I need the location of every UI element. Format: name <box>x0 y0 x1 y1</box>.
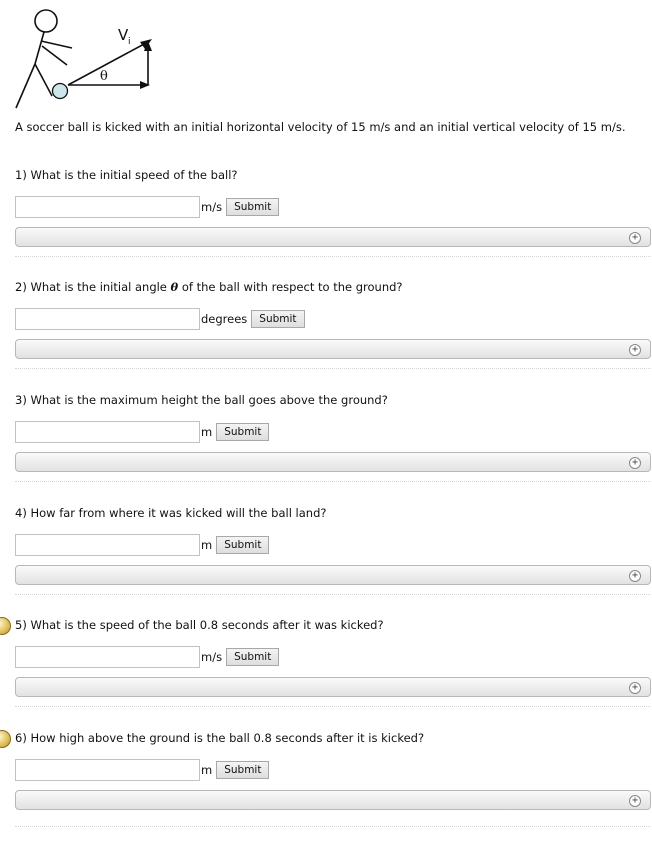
plus-circle-icon[interactable]: + <box>629 344 641 356</box>
velocity-vectors <box>67 39 152 89</box>
divider <box>15 256 651 257</box>
expand-panel[interactable]: + <box>15 452 651 472</box>
question-5: 5) What is the speed of the ball 0.8 sec… <box>0 617 652 730</box>
hint-icon[interactable] <box>0 617 11 635</box>
question-label: 4) How far from where it was kicked will… <box>15 506 327 520</box>
question-label: 1) What is the initial speed of the ball… <box>15 168 238 182</box>
answer-input[interactable] <box>15 534 200 556</box>
question-3: 3) What is the maximum height the ball g… <box>0 393 652 505</box>
answer-input[interactable] <box>15 308 200 330</box>
submit-button[interactable]: Submit <box>216 761 270 779</box>
answer-input[interactable] <box>15 646 200 668</box>
question-label: 2) What is the initial angle θ of the ba… <box>15 280 403 294</box>
unit-label: m <box>201 425 213 439</box>
question-label-end: of the ball with respect to the ground? <box>178 280 403 294</box>
divider <box>15 826 651 827</box>
plus-circle-icon[interactable]: + <box>629 570 641 582</box>
submit-button[interactable]: Submit <box>216 536 270 554</box>
answer-row: m/s Submit <box>15 196 280 218</box>
plus-circle-icon[interactable]: + <box>629 795 641 807</box>
answer-input[interactable] <box>15 421 200 443</box>
submit-button[interactable]: Submit <box>251 310 305 328</box>
ball <box>51 82 69 100</box>
answer-row: degrees Submit <box>15 308 305 330</box>
velocity-subscript: i <box>128 37 131 47</box>
unit-label: m/s <box>201 650 223 664</box>
hint-icon[interactable] <box>0 730 11 748</box>
question-label: 6) How high above the ground is the ball… <box>15 731 425 745</box>
expand-panel[interactable]: + <box>15 565 651 585</box>
divider <box>15 481 651 482</box>
answer-input[interactable] <box>15 759 200 781</box>
expand-panel[interactable]: + <box>15 790 651 810</box>
unit-label: m <box>201 763 213 777</box>
question-2: 2) What is the initial angle θ of the ba… <box>0 280 652 392</box>
answer-input[interactable] <box>15 196 200 218</box>
kicker-diagram: V i θ <box>15 9 152 109</box>
angle-label: θ <box>100 69 108 84</box>
expand-panel[interactable]: + <box>15 227 651 247</box>
question-label: 3) What is the maximum height the ball g… <box>15 393 388 407</box>
submit-button[interactable]: Submit <box>216 423 270 441</box>
problem-statement: A soccer ball is kicked with an initial … <box>15 120 626 134</box>
expand-panel[interactable]: + <box>15 677 651 697</box>
question-6: 6) How high above the ground is the ball… <box>0 730 652 843</box>
submit-button[interactable]: Submit <box>226 198 280 216</box>
expand-panel[interactable]: + <box>15 339 651 359</box>
unit-label: m <box>201 538 213 552</box>
unit-label: m/s <box>201 200 223 214</box>
plus-circle-icon[interactable]: + <box>629 682 641 694</box>
answer-row: m Submit <box>15 421 270 443</box>
divider <box>15 368 651 369</box>
question-1: 1) What is the initial speed of the ball… <box>0 168 652 280</box>
plus-circle-icon[interactable]: + <box>629 232 641 244</box>
submit-button[interactable]: Submit <box>226 648 280 666</box>
answer-row: m Submit <box>15 534 270 556</box>
answer-row: m/s Submit <box>15 646 280 668</box>
answer-row: m Submit <box>15 759 270 781</box>
question-label: 5) What is the speed of the ball 0.8 sec… <box>15 618 384 632</box>
divider <box>15 706 651 707</box>
question-label-start: 2) What is the initial angle <box>15 280 171 294</box>
question-4: 4) How far from where it was kicked will… <box>0 506 652 618</box>
unit-label: degrees <box>201 312 248 326</box>
divider <box>15 594 651 595</box>
plus-circle-icon[interactable]: + <box>629 457 641 469</box>
